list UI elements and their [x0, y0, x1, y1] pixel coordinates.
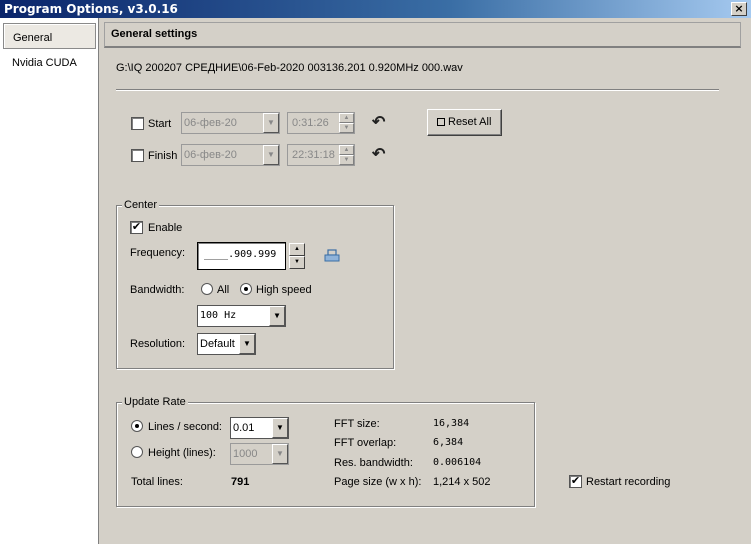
frequency-input[interactable]: ____.909.999 [197, 242, 286, 270]
fft-size-value: 16,384 [433, 418, 470, 429]
sidebar: General Nvidia CUDA [0, 18, 99, 544]
lines-per-second-combo[interactable]: 0.01 ▼ [230, 417, 289, 439]
height-lines-radio[interactable] [131, 446, 143, 458]
sidebar-item-general[interactable]: General [3, 23, 96, 49]
fft-overlap-label: FFT overlap: [334, 437, 397, 449]
enable-checkbox[interactable]: ✔ [130, 221, 143, 234]
update-rate-legend: Update Rate [122, 396, 188, 408]
finish-time-value: 22:31:18 [292, 149, 335, 161]
reset-all-button[interactable]: Reset All [427, 109, 502, 136]
height-lines-label: Height (lines): [148, 447, 216, 459]
res-bandwidth-value: 0.006104 [433, 457, 482, 468]
close-button[interactable]: × [731, 2, 747, 16]
bandwidth-all-radio[interactable] [201, 283, 213, 295]
start-label: Start [148, 118, 172, 130]
spin-buttons[interactable]: ▲ ▼ [339, 145, 354, 165]
section-title: General settings [111, 28, 198, 40]
sidebar-item-label: Nvidia CUDA [12, 57, 77, 69]
lines-per-second-label: Lines / second: [148, 421, 222, 433]
fft-size-label: FFT size: [334, 418, 380, 430]
sidebar-item-label: General [13, 32, 53, 44]
window-title: Program Options, v3.0.16 [4, 2, 178, 16]
spin-down-icon[interactable]: ▼ [339, 123, 354, 133]
spin-down-icon[interactable]: ▼ [289, 256, 305, 269]
dropdown-arrow-icon[interactable]: ▼ [272, 444, 288, 464]
center-legend: Center [122, 199, 160, 211]
resolution-label: Resolution: [130, 338, 186, 350]
lock-frequency-icon[interactable] [324, 249, 340, 263]
title-bar: Program Options, v3.0.16 × [0, 0, 751, 18]
bandwidth-combo[interactable]: 100 Hz ▼ [197, 305, 286, 327]
start-date-combo[interactable]: 06-фев-20 ▼ [181, 112, 280, 134]
lines-per-second-value: 0.01 [233, 422, 255, 434]
lines-per-second-radio[interactable] [131, 420, 143, 432]
height-lines-value: 1000 [233, 448, 258, 460]
bandwidth-high-speed-radio[interactable] [240, 283, 252, 295]
bandwidth-all-label: All [217, 284, 230, 296]
spin-up-icon[interactable]: ▲ [289, 243, 305, 256]
fft-overlap-value: 6,384 [433, 437, 464, 448]
start-checkbox[interactable] [131, 117, 144, 130]
reset-square-icon [437, 118, 445, 126]
undo-finish-icon[interactable]: ↶ [372, 147, 385, 163]
total-lines-label: Total lines: [131, 476, 183, 488]
sidebar-item-nvidia-cuda[interactable]: Nvidia CUDA [3, 49, 96, 75]
restart-recording-label: Restart recording [586, 476, 671, 488]
finish-checkbox[interactable] [131, 149, 144, 162]
bandwidth-label: Bandwidth: [130, 284, 185, 296]
finish-label: Finish [148, 150, 178, 162]
total-lines-value: 791 [231, 476, 250, 488]
dropdown-arrow-icon[interactable]: ▼ [269, 306, 285, 326]
height-lines-combo[interactable]: 1000 ▼ [230, 443, 289, 465]
file-path: G:\IQ 200207 СРЕДНИЕ\06-Feb-2020 003136.… [116, 62, 463, 74]
frequency-label: Frequency: [130, 247, 186, 259]
dropdown-arrow-icon[interactable]: ▼ [263, 113, 279, 133]
dropdown-arrow-icon[interactable]: ▼ [272, 418, 288, 438]
spin-down-icon[interactable]: ▼ [339, 155, 354, 165]
divider [116, 89, 719, 91]
res-bandwidth-label: Res. bandwidth: [334, 457, 413, 469]
finish-date-combo[interactable]: 06-фев-20 ▼ [181, 144, 280, 166]
spin-up-icon[interactable]: ▲ [339, 145, 354, 155]
page-size-value: 1,214 x 502 [433, 476, 491, 488]
start-time-value: 0:31:26 [292, 117, 329, 129]
enable-label: Enable [148, 222, 183, 234]
resolution-combo[interactable]: Default ▼ [197, 333, 256, 355]
frequency-spinner[interactable]: ▲ ▼ [289, 243, 305, 269]
resolution-value: Default [200, 338, 235, 350]
page-size-label: Page size (w x h): [334, 476, 422, 488]
start-date-value: 06-фев-20 [184, 117, 237, 129]
finish-date-value: 06-фев-20 [184, 149, 237, 161]
dropdown-arrow-icon[interactable]: ▼ [239, 334, 255, 354]
start-time-spinner[interactable]: 0:31:26 ▲ ▼ [287, 112, 355, 134]
reset-all-label: Reset All [448, 116, 492, 128]
undo-start-icon[interactable]: ↶ [372, 115, 385, 131]
finish-time-spinner[interactable]: 22:31:18 ▲ ▼ [287, 144, 355, 166]
dropdown-arrow-icon[interactable]: ▼ [263, 145, 279, 165]
section-header: General settings [104, 22, 741, 48]
spin-up-icon[interactable]: ▲ [339, 113, 354, 123]
bandwidth-value: 100 Hz [200, 310, 237, 321]
bandwidth-high-speed-label: High speed [256, 284, 312, 296]
restart-recording-checkbox[interactable]: ✔ [569, 475, 582, 488]
spin-buttons[interactable]: ▲ ▼ [339, 113, 354, 133]
